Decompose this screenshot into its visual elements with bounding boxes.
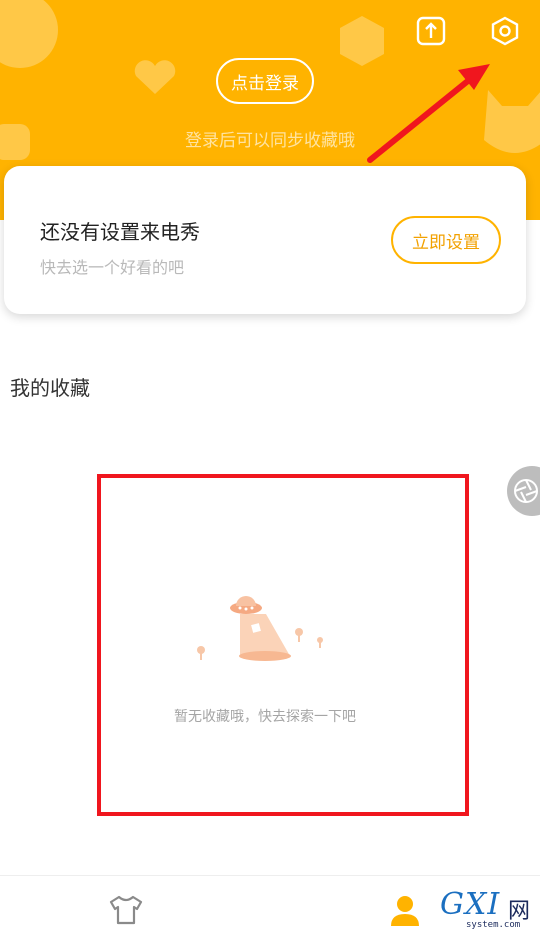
tshirt-icon: [109, 895, 143, 925]
floating-shutter-button[interactable]: [507, 466, 540, 516]
bell-doodle-icon: [0, 0, 58, 68]
cat-doodle-icon: [484, 90, 540, 153]
tab-profile[interactable]: [388, 894, 422, 932]
watermark-brand: GXI: [440, 887, 501, 922]
watermark-domain: system.com: [466, 920, 521, 930]
heart-doodle-icon: [134, 60, 176, 94]
card-title: 还没有设置来电秀: [40, 220, 200, 244]
favorites-title: 我的收藏: [10, 376, 90, 400]
settings-button[interactable]: [490, 16, 520, 46]
hexagon-settings-icon: [491, 16, 519, 46]
shutter-icon: [514, 479, 538, 503]
card-subtitle: 快去选一个好看的吧: [40, 258, 185, 277]
upload-icon: [416, 16, 446, 46]
highlight-box: [97, 474, 469, 816]
tab-showcase[interactable]: [108, 894, 144, 930]
share-button[interactable]: [416, 16, 446, 46]
call-show-card: 还没有设置来电秀 快去选一个好看的吧 立即设置: [4, 166, 526, 314]
site-watermark-logo: GXI 网 system.com: [440, 887, 540, 933]
cube-doodle-icon: [340, 16, 384, 66]
login-hint-text: 登录后可以同步收藏哦: [185, 131, 355, 151]
person-icon: [391, 896, 419, 926]
set-now-button[interactable]: 立即设置: [391, 216, 501, 264]
login-button[interactable]: 点击登录: [216, 58, 314, 104]
